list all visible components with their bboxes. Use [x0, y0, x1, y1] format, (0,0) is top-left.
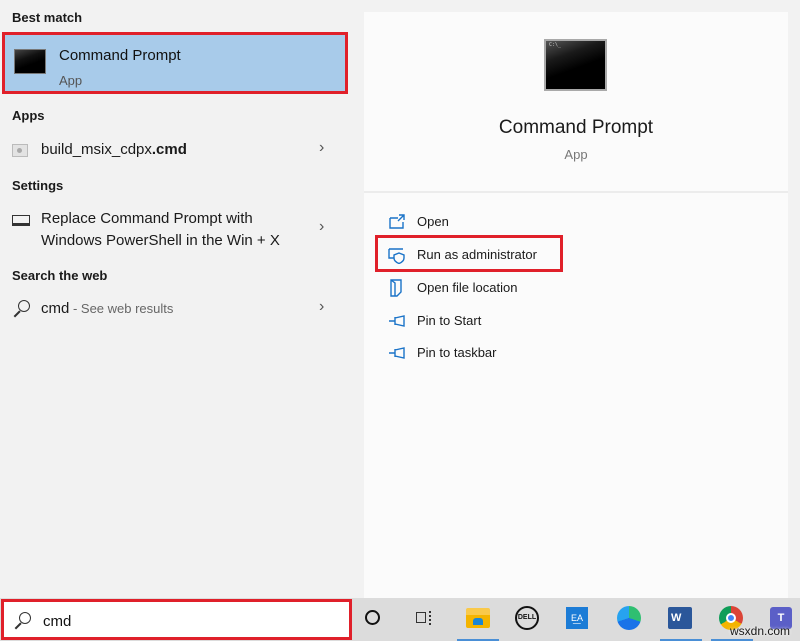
best-match-header: Best match — [12, 10, 83, 25]
taskbar-settings-icon — [12, 215, 30, 226]
best-match-subtitle: App — [59, 73, 83, 88]
app-result-ext: .cmd — [151, 141, 187, 158]
cortana-icon[interactable] — [365, 610, 380, 625]
app-result-build-msix[interactable]: build_msix_cdpx.cmd › — [0, 139, 348, 163]
action-pin-to-taskbar[interactable]: Pin to taskbar — [388, 342, 688, 366]
pin-icon — [389, 347, 405, 359]
search-icon — [12, 300, 30, 318]
edge-icon[interactable] — [617, 606, 641, 630]
settings-header: Settings — [12, 178, 64, 193]
search-results-pane: Best match Command Prompt App Apps build… — [0, 0, 362, 598]
settings-result-replace-cmd[interactable]: Replace Command Prompt with Windows Powe… — [0, 208, 348, 252]
file-explorer-icon[interactable] — [466, 608, 490, 628]
dell-icon[interactable]: DELL — [515, 606, 539, 630]
app-detail-pane: Command Prompt App Open Run as administr… — [364, 12, 788, 598]
web-header: Search the web — [12, 268, 108, 283]
web-result-cmd[interactable]: cmd - See web results › — [0, 298, 348, 322]
chevron-right-icon[interactable]: › — [319, 218, 324, 236]
app-icon[interactable]: E͟A — [566, 607, 588, 629]
app-detail-header: Command Prompt App — [364, 12, 788, 193]
cmd-file-icon — [12, 144, 28, 157]
task-view-icon[interactable] — [416, 609, 434, 627]
taskbar-search-input[interactable] — [41, 609, 335, 633]
open-icon — [389, 214, 405, 229]
command-prompt-icon — [14, 49, 46, 74]
action-open-file-location-label: Open file location — [417, 280, 518, 295]
settings-result-line1: Replace Command Prompt with — [41, 210, 253, 227]
action-pin-to-start[interactable]: Pin to Start — [388, 310, 688, 334]
web-results-hint: - See web results — [69, 301, 174, 316]
web-query: cmd — [41, 300, 70, 317]
chevron-right-icon[interactable]: › — [319, 298, 324, 316]
run-as-admin-highlight — [375, 235, 563, 272]
file-location-icon — [390, 279, 402, 297]
apps-header: Apps — [12, 108, 45, 123]
taskbar: DELL E͟A W T — [0, 598, 800, 641]
action-pin-to-taskbar-label: Pin to taskbar — [417, 345, 497, 360]
settings-result-line2: Windows PowerShell in the Win + X — [41, 232, 280, 249]
action-pin-to-start-label: Pin to Start — [417, 313, 482, 328]
app-result-name: build_msix_cdpx — [41, 141, 152, 158]
command-prompt-large-icon — [544, 39, 607, 91]
chevron-right-icon[interactable]: › — [319, 139, 324, 157]
best-match-title: Command Prompt — [59, 47, 181, 64]
detail-title: Command Prompt — [498, 117, 654, 138]
action-open-file-location[interactable]: Open file location — [388, 277, 688, 301]
watermark: wsxdn.com — [730, 624, 791, 638]
pin-icon — [389, 315, 405, 327]
best-match-command-prompt[interactable]: Command Prompt App — [2, 32, 348, 94]
word-icon[interactable]: W — [668, 607, 692, 629]
action-open-label: Open — [417, 214, 449, 229]
taskbar-search-box[interactable] — [1, 599, 352, 640]
action-open[interactable]: Open — [388, 211, 688, 235]
search-icon — [13, 612, 31, 630]
detail-subtitle: App — [564, 147, 588, 162]
